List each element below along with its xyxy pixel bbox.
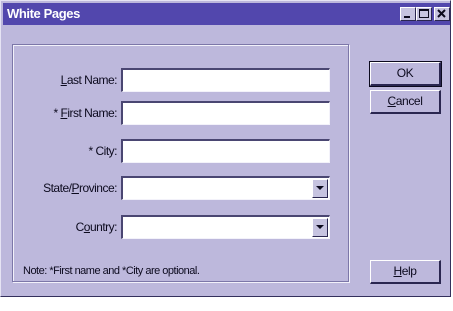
- last-name-input[interactable]: [121, 68, 330, 92]
- optional-fields-note: Note: *First name and *City are optional…: [23, 265, 200, 277]
- minimize-icon: [404, 16, 410, 18]
- title-bar[interactable]: White Pages: [3, 3, 450, 25]
- window-title: White Pages: [7, 6, 80, 21]
- state-province-dropdown-button[interactable]: [312, 179, 328, 198]
- maximize-icon: [419, 9, 429, 18]
- dropdown-arrow-icon: [316, 186, 324, 190]
- maximize-button[interactable]: [416, 7, 432, 21]
- state-province-select[interactable]: [121, 176, 330, 200]
- ok-button[interactable]: OK: [369, 61, 442, 87]
- close-button[interactable]: [434, 7, 450, 21]
- state-province-label: State/Province:: [43, 181, 117, 195]
- cancel-button[interactable]: Cancel: [370, 90, 441, 114]
- country-label: Country:: [75, 220, 118, 234]
- dropdown-arrow-icon: [316, 225, 324, 229]
- help-button[interactable]: Help: [370, 260, 441, 284]
- city-label: * City:: [88, 144, 117, 158]
- first-name-input[interactable]: [121, 101, 330, 125]
- last-name-label: Last Name:: [60, 73, 118, 87]
- country-select[interactable]: [121, 215, 330, 239]
- country-dropdown-button[interactable]: [312, 218, 328, 237]
- close-icon: [437, 9, 446, 18]
- first-name-label: * First Name:: [53, 106, 117, 120]
- minimize-button[interactable]: [400, 7, 416, 21]
- white-pages-dialog: White Pages Last Name: * First Name: * C…: [0, 0, 451, 297]
- city-input[interactable]: [121, 139, 330, 163]
